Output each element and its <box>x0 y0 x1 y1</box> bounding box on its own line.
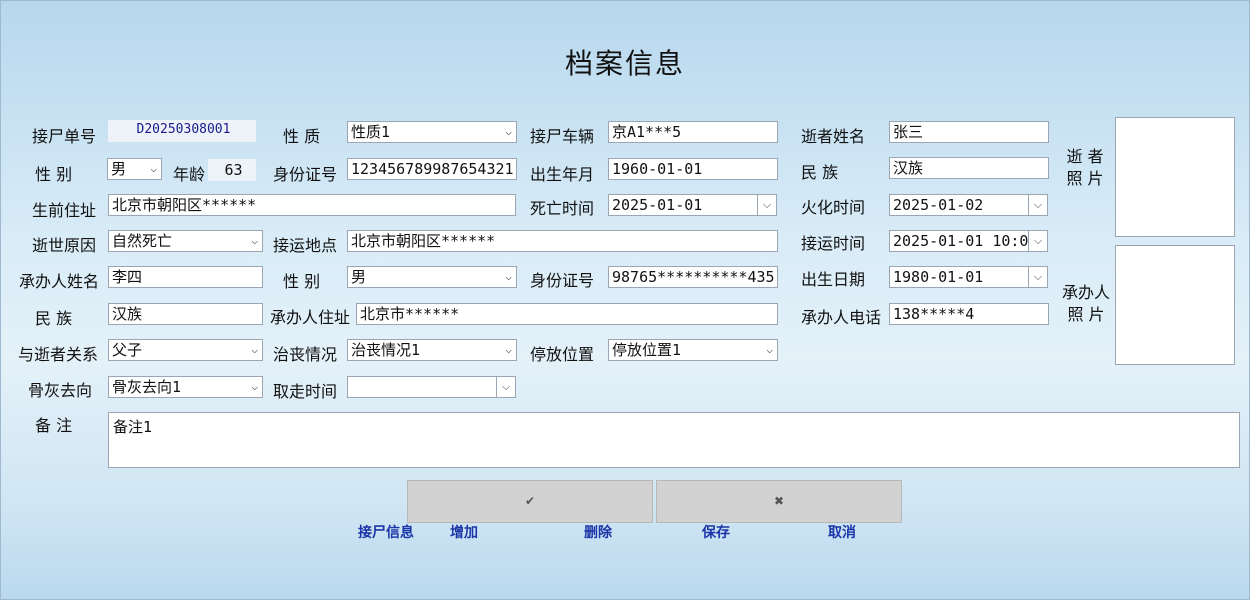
cause-select[interactable]: 自然死亡 ⌵ <box>108 230 263 252</box>
deceased-photo[interactable] <box>1115 117 1235 237</box>
id-no-label: 身份证号 <box>273 165 338 184</box>
cremation-time-label: 火化时间 <box>801 198 866 217</box>
chevron-down-icon: ⌵ <box>1033 198 1043 211</box>
chevron-down-icon: ⌵ <box>251 234 258 247</box>
agent-gender-label: 性 别 <box>283 272 321 291</box>
cancel-link[interactable]: 取消 <box>828 522 856 542</box>
deceased-name-label: 逝者姓名 <box>801 127 866 146</box>
funeral-select[interactable]: 治丧情况1 ⌵ <box>347 339 517 361</box>
cause-label: 逝世原因 <box>32 236 97 255</box>
agent-phone-input[interactable]: 138*****4 <box>889 303 1049 325</box>
agent-ethnicity-input[interactable]: 汉族 <box>108 303 263 325</box>
deceased-photo-label: 逝 者 照 片 <box>1066 147 1104 188</box>
ashes-label: 骨灰去向 <box>28 381 93 400</box>
close-icon: ✖ <box>773 494 785 508</box>
id-no-input[interactable]: 123456789987654321 <box>347 158 517 180</box>
receipt-info-link[interactable]: 接尸信息 <box>358 522 414 542</box>
nature-select[interactable]: 性质1 ⌵ <box>347 121 517 143</box>
chevron-down-icon: ⌵ <box>1033 234 1043 247</box>
remark-label: 备 注 <box>35 416 73 435</box>
agent-id-no-label: 身份证号 <box>530 271 595 290</box>
agent-photo-label: 承办人 照 片 <box>1061 283 1110 324</box>
pickup-time-input[interactable]: 2025-01-01 10:00 <box>889 230 1029 252</box>
check-icon: ✔ <box>524 494 536 508</box>
funeral-label: 治丧情况 <box>273 345 338 364</box>
prior-address-label: 生前住址 <box>32 201 97 220</box>
agent-birth-input[interactable]: 1980-01-01 <box>889 266 1029 288</box>
agent-photo[interactable] <box>1115 245 1235 365</box>
agent-birth-label: 出生日期 <box>801 270 866 289</box>
gender-select[interactable]: 男 ⌵ <box>107 158 162 180</box>
chevron-down-icon: ⌵ <box>1033 270 1043 283</box>
chevron-down-icon: ⌵ <box>762 198 772 211</box>
prior-address-input[interactable]: 北京市朝阳区****** <box>108 194 516 216</box>
vehicle-label: 接尸车辆 <box>530 127 595 146</box>
chevron-down-icon: ⌵ <box>251 380 258 393</box>
take-time-label: 取走时间 <box>273 382 338 401</box>
death-time-input[interactable]: 2025-01-01 <box>608 194 758 216</box>
agent-gender-select[interactable]: 男 ⌵ <box>347 266 517 288</box>
agent-name-label: 承办人姓名 <box>19 272 100 291</box>
save-link[interactable]: 保存 <box>702 522 730 542</box>
ashes-select[interactable]: 骨灰去向1 ⌵ <box>108 376 263 398</box>
pickup-time-picker-button[interactable]: ⌵ <box>1028 230 1048 252</box>
chevron-down-icon: ⌵ <box>766 343 773 356</box>
agent-phone-label: 承办人电话 <box>801 308 882 327</box>
ethnicity-input[interactable]: 汉族 <box>889 157 1049 179</box>
chevron-down-icon: ⌵ <box>505 270 512 283</box>
age-label: 年龄 <box>173 165 206 184</box>
agent-address-input[interactable]: 北京市****** <box>356 303 778 325</box>
agent-name-input[interactable]: 李四 <box>108 266 263 288</box>
chevron-down-icon: ⌵ <box>251 343 258 356</box>
pickup-time-label: 接运时间 <box>801 234 866 253</box>
close-button[interactable]: ✖ <box>656 480 902 523</box>
gender-label: 性 别 <box>35 165 73 184</box>
death-time-label: 死亡时间 <box>530 199 595 218</box>
ethnicity-label: 民 族 <box>801 163 839 182</box>
relation-label: 与逝者关系 <box>18 345 99 364</box>
relation-select[interactable]: 父子 ⌵ <box>108 339 263 361</box>
receipt-no-label: 接尸单号 <box>32 127 97 146</box>
death-time-picker-button[interactable]: ⌵ <box>757 194 777 216</box>
chevron-down-icon: ⌵ <box>505 125 512 138</box>
birth-month-input[interactable]: 1960-01-01 <box>608 158 778 180</box>
remark-textarea[interactable]: 备注1 <box>108 412 1240 468</box>
deceased-name-input[interactable]: 张三 <box>889 121 1049 143</box>
confirm-button[interactable]: ✔ <box>407 480 653 523</box>
vehicle-input[interactable]: 京A1***5 <box>608 121 778 143</box>
pickup-location-input[interactable]: 北京市朝阳区****** <box>347 230 778 252</box>
take-time-picker-button[interactable]: ⌵ <box>496 376 516 398</box>
receipt-no-value: D20250308001 <box>108 120 256 142</box>
chevron-down-icon: ⌵ <box>501 380 511 393</box>
chevron-down-icon: ⌵ <box>150 162 157 175</box>
nature-label: 性 质 <box>283 127 321 146</box>
age-value: 63 <box>208 159 256 181</box>
agent-ethnicity-label: 民 族 <box>35 309 73 328</box>
agent-birth-picker-button[interactable]: ⌵ <box>1028 266 1048 288</box>
chevron-down-icon: ⌵ <box>505 343 512 356</box>
cremation-time-picker-button[interactable]: ⌵ <box>1028 194 1048 216</box>
add-link[interactable]: 增加 <box>450 522 478 542</box>
birth-month-label: 出生年月 <box>530 165 595 184</box>
pickup-location-label: 接运地点 <box>273 236 338 255</box>
take-time-input[interactable] <box>347 376 497 398</box>
page-title: 档案信息 <box>564 47 685 80</box>
agent-address-label: 承办人住址 <box>270 308 351 327</box>
cremation-time-input[interactable]: 2025-01-02 <box>889 194 1029 216</box>
storage-label: 停放位置 <box>530 345 595 364</box>
delete-link[interactable]: 删除 <box>584 522 612 542</box>
agent-id-no-input[interactable]: 98765**********435 <box>608 266 778 288</box>
storage-select[interactable]: 停放位置1 ⌵ <box>608 339 778 361</box>
